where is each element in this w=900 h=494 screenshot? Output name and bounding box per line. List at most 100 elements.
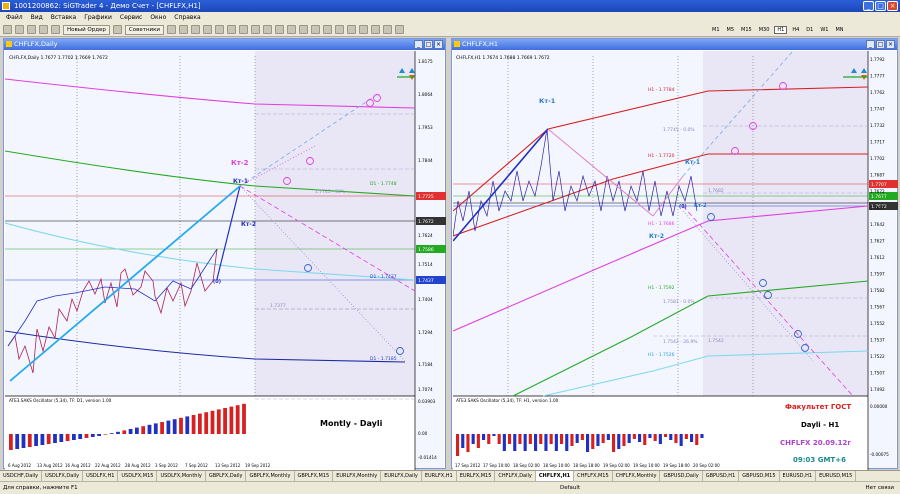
histogram-bar: [153, 423, 158, 434]
chart-tab[interactable]: EURLFX,Daily: [381, 471, 422, 481]
profiles-icon[interactable]: [15, 25, 24, 34]
line-chart-icon[interactable]: [299, 25, 309, 34]
window-close-button[interactable]: ×: [434, 40, 443, 49]
chart-tab[interactable]: CHFLFX,H1: [535, 471, 575, 481]
navigator-icon[interactable]: [39, 25, 48, 34]
candles-icon[interactable]: [287, 25, 297, 34]
templates-icon[interactable]: [395, 25, 405, 34]
histogram-bar: [487, 434, 491, 444]
chart-tab[interactable]: USDLFX,Daily: [42, 471, 84, 481]
price-tick: 1.7702: [870, 156, 885, 161]
chart-window-titlebar[interactable]: CHFLFX,Daily _ □ ×: [4, 39, 445, 50]
window-close-button[interactable]: ×: [886, 40, 895, 49]
h1-chart-svg[interactable]: CHFLFX,H1 1.7674 1.7688 1.7669 1.7672 Кт…: [452, 50, 898, 470]
daily-chart-svg[interactable]: CHFLFX,Daily 1.7677 1.7702 1.7669 1.7672…: [4, 51, 446, 470]
chart-area[interactable]: CHFLFX,Daily 1.7677 1.7702 1.7669 1.7672…: [4, 51, 446, 470]
close-button[interactable]: ×: [887, 1, 898, 11]
chart-tab[interactable]: CHFLFX,Daily: [495, 471, 536, 481]
histogram-bar: [461, 434, 465, 448]
chart-tab[interactable]: USDLFX,H1: [83, 471, 119, 481]
svg-text:19 Sep 10:00: 19 Sep 10:00: [633, 463, 660, 468]
menu-charts[interactable]: Графики: [80, 14, 116, 21]
tf-m1[interactable]: M1: [710, 27, 722, 33]
chart-tab[interactable]: EURLFX,H1: [422, 471, 457, 481]
menu-tools[interactable]: Сервис: [116, 14, 146, 21]
maximize-button[interactable]: □: [875, 1, 886, 11]
chart-tab[interactable]: CHFLFX,M15: [574, 471, 613, 481]
window-minimize-button[interactable]: _: [866, 40, 875, 49]
menu-file[interactable]: Файл: [2, 14, 27, 21]
histogram-bar: [591, 434, 595, 449]
advisors-button[interactable]: Советники: [124, 24, 165, 35]
histogram-bar: [643, 434, 647, 445]
market-watch-icon[interactable]: [27, 25, 36, 34]
histogram-bar: [135, 427, 139, 434]
label-h1-red2: H1 - 1.7720: [648, 153, 675, 159]
histogram-bar: [601, 434, 605, 443]
tf-m30[interactable]: M30: [757, 27, 772, 33]
menu-window[interactable]: Окно: [146, 14, 170, 21]
price-line-blue: [7, 248, 218, 347]
chart-tab[interactable]: GBPLFX,Daily: [206, 471, 247, 481]
channel-icon[interactable]: [227, 25, 237, 34]
tf-h1[interactable]: H1: [774, 25, 788, 34]
window-restore-button[interactable]: □: [424, 40, 433, 49]
window-restore-button[interactable]: □: [876, 40, 885, 49]
chart-tab[interactable]: GBPUSD,M15: [739, 471, 780, 481]
chart-tab[interactable]: GBPLFX,Monthly: [246, 471, 295, 481]
tf-m5[interactable]: M5: [725, 27, 737, 33]
chart-tab[interactable]: GBPUSD,Daily: [660, 471, 703, 481]
histogram-bar: [34, 434, 38, 446]
zoom-out-icon[interactable]: [323, 25, 333, 34]
svg-text:0.03903: 0.03903: [418, 399, 436, 404]
svg-text:18 Sep 10:00: 18 Sep 10:00: [543, 463, 570, 468]
window-minimize-button[interactable]: _: [414, 40, 423, 49]
chart-tab[interactable]: EURUSD,M15: [816, 471, 857, 481]
price-tick: 1.7597: [870, 272, 885, 277]
chart-tab[interactable]: USDLFX,Monthly: [157, 471, 206, 481]
menu-view[interactable]: Вид: [27, 14, 47, 21]
chart-tab[interactable]: USDCHF,Daily: [0, 471, 43, 481]
zoom-in-icon[interactable]: [311, 25, 321, 34]
fibonacci-icon[interactable]: [239, 25, 249, 34]
bar-chart-icon[interactable]: [275, 25, 285, 34]
tf-d1[interactable]: D1: [804, 27, 815, 33]
menu-help[interactable]: Справка: [170, 14, 204, 21]
tf-mn[interactable]: MN: [833, 27, 845, 33]
vertical-line-icon[interactable]: [191, 25, 201, 34]
periods-icon[interactable]: [383, 25, 393, 34]
autoscroll-icon[interactable]: [347, 25, 357, 34]
terminal-icon[interactable]: [51, 25, 60, 34]
new-chart-icon[interactable]: [3, 25, 12, 34]
cursor-icon[interactable]: [167, 25, 177, 34]
chart-tab[interactable]: CHFLFX,Monthly: [613, 471, 661, 481]
trendline-icon[interactable]: [215, 25, 225, 34]
chart-tab[interactable]: EURLFX,Monthly: [333, 471, 382, 481]
chart-window-h1[interactable]: CHFLFX,H1 _ □ × CHFLFX,H1 1.7674 1.7688 …: [451, 38, 898, 470]
indicators-icon[interactable]: [371, 25, 381, 34]
new-order-button[interactable]: Новый Ордер: [63, 24, 110, 35]
crosshair-icon[interactable]: [179, 25, 189, 34]
chart-tab[interactable]: GBPLFX,M15: [295, 471, 334, 481]
label-icon[interactable]: [263, 25, 273, 34]
svg-text:-0.01414: -0.01414: [418, 455, 437, 460]
histogram-bar: [534, 434, 538, 451]
chart-tab[interactable]: USDLFX,M15: [118, 471, 158, 481]
tf-w1[interactable]: W1: [818, 27, 830, 33]
minimize-button[interactable]: _: [863, 1, 874, 11]
chart-tab[interactable]: GBPUSD,H1: [703, 471, 740, 481]
chart-tab[interactable]: EURUSD,H1: [780, 471, 817, 481]
tf-h4[interactable]: H4: [790, 27, 801, 33]
tile-icon[interactable]: [335, 25, 345, 34]
tf-m15[interactable]: M15: [739, 27, 754, 33]
meta-editor-icon[interactable]: [112, 25, 122, 34]
chart-tab[interactable]: EURLFX,M15: [457, 471, 496, 481]
chart-area[interactable]: CHFLFX,H1 1.7674 1.7688 1.7669 1.7672 Кт…: [452, 50, 898, 470]
chart-window-titlebar[interactable]: CHFLFX,H1 _ □ ×: [452, 39, 897, 50]
horizontal-line-icon[interactable]: [203, 25, 213, 34]
chart-window-daily[interactable]: CHFLFX,Daily _ □ × CHFLFX,Daily 1.7677 1…: [3, 38, 446, 470]
text-icon[interactable]: [251, 25, 261, 34]
menu-insert[interactable]: Вставка: [47, 14, 80, 21]
histogram-bar: [466, 434, 470, 452]
chart-shift-icon[interactable]: [359, 25, 369, 34]
